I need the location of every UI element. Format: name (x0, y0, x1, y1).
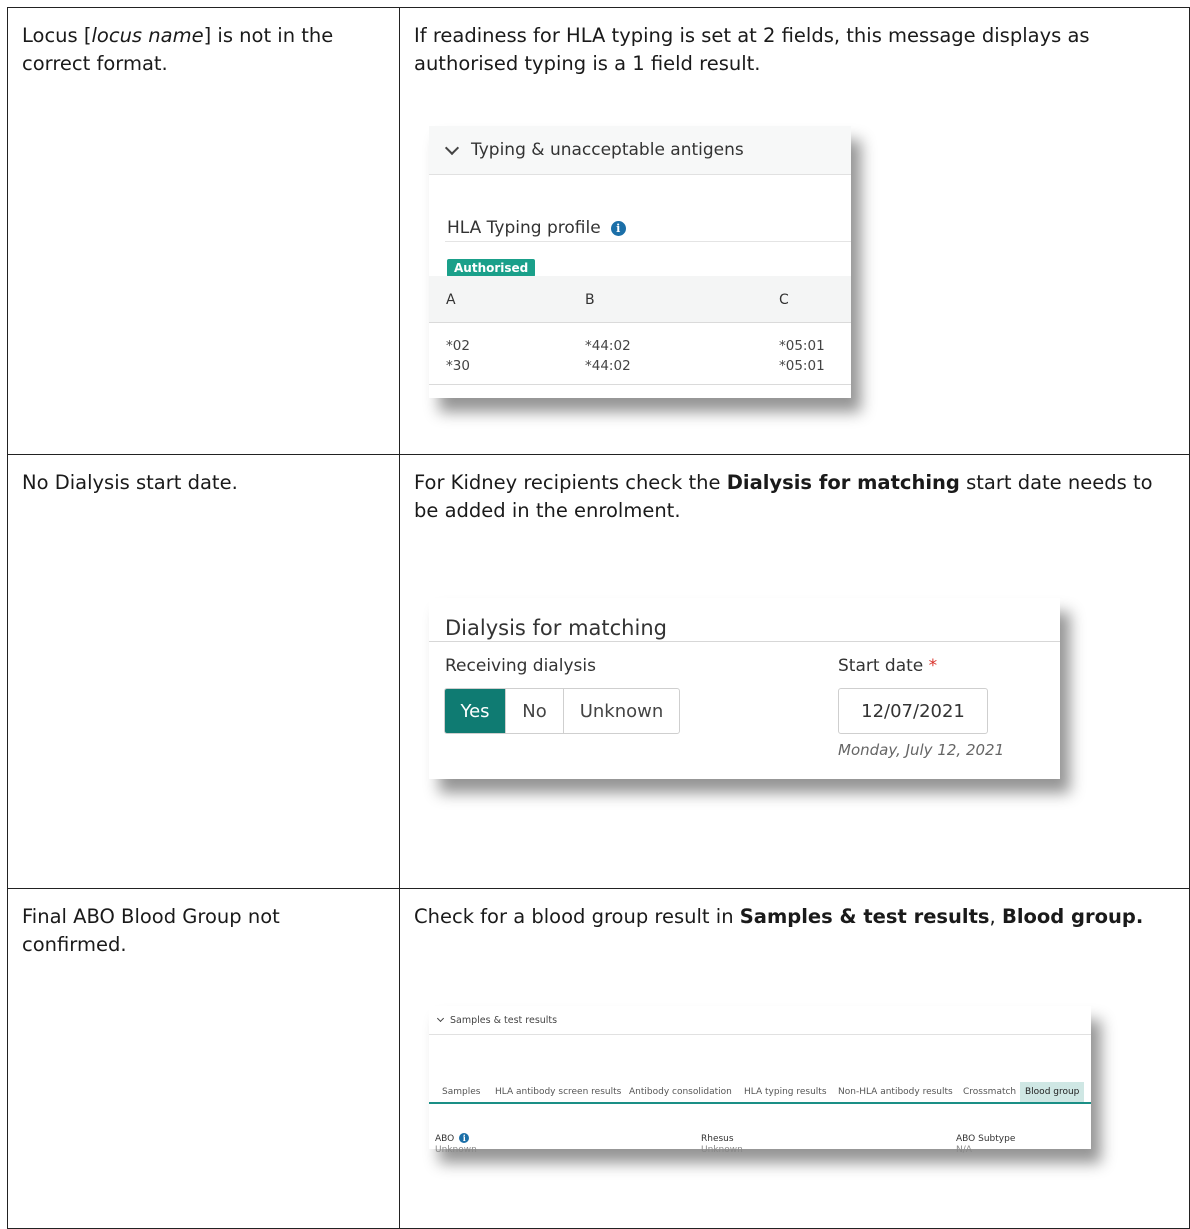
abo-subtype-value: N/A (956, 1145, 972, 1155)
hla-table-header: A B C (429, 276, 851, 323)
hla-cell: *44:02 (585, 358, 631, 374)
issue-cell: Locus [locus name] is not in the correct… (7, 7, 400, 455)
hla-typing-screenshot: Typing & unacceptable antigens HLA Typin… (429, 126, 851, 398)
option-no-button[interactable]: No (506, 689, 564, 733)
dialysis-title: Dialysis for matching (445, 616, 667, 640)
hla-profile-heading: HLA Typing profile i (447, 218, 626, 238)
dialysis-screenshot: Dialysis for matching Receiving dialysis… (429, 598, 1060, 779)
column-header-c: C (779, 292, 789, 308)
option-yes-button[interactable]: Yes (445, 689, 506, 733)
rhesus-label: Rhesus (701, 1134, 734, 1144)
tab-hla-typing-results[interactable]: HLA typing results (739, 1082, 832, 1102)
required-marker: * (928, 656, 938, 676)
start-date-hint: Monday, July 12, 2021 (838, 741, 1005, 759)
abo-subtype-label: ABO Subtype (956, 1134, 1016, 1144)
resolution-text: For Kidney recipients check the Dialysis… (414, 471, 1153, 522)
issue-cell: Final ABO Blood Group not confirmed. (7, 888, 400, 1229)
tab-samples[interactable]: Samples (437, 1082, 485, 1102)
tab-crossmatch[interactable]: Crossmatch (958, 1082, 1021, 1102)
hla-cell: *30 (446, 358, 470, 374)
hla-cell: *02 (446, 338, 470, 354)
divider (429, 384, 851, 385)
resolution-text: Check for a blood group result in Sample… (414, 905, 1144, 928)
samples-section-title: Samples & test results (450, 1014, 558, 1026)
start-date-input[interactable]: 12/07/2021 (838, 688, 988, 734)
typing-section-header[interactable]: Typing & unacceptable antigens (429, 126, 851, 175)
samples-screenshot: Samples & test results Samples HLA antib… (429, 1006, 1091, 1155)
samples-section-header[interactable]: Samples & test results (429, 1006, 1091, 1035)
chevron-down-icon (444, 140, 460, 155)
start-date-label: Start date * (838, 656, 938, 676)
tab-antibody-consolidation[interactable]: Antibody consolidation (624, 1082, 737, 1102)
hla-cell: *44:02 (585, 338, 631, 354)
option-unknown-button[interactable]: Unknown (564, 689, 679, 733)
abo-value: Unknown (435, 1145, 477, 1155)
resolution-text: If readiness for HLA typing is set at 2 … (414, 24, 1090, 75)
column-header-b: B (585, 292, 595, 308)
info-icon[interactable]: i (610, 220, 626, 236)
rhesus-value: Unknown (701, 1145, 743, 1155)
receiving-dialysis-toggle: Yes No Unknown (444, 688, 680, 734)
hla-cell: *05:01 (779, 338, 825, 354)
divider (445, 241, 851, 242)
hla-profile-title: HLA Typing profile (447, 218, 601, 238)
hla-cell: *05:01 (779, 358, 825, 374)
issue-text: Final ABO Blood Group not confirmed. (22, 905, 280, 956)
receiving-dialysis-label: Receiving dialysis (445, 656, 596, 676)
issue-text: Locus [locus name] is not in the correct… (22, 24, 334, 75)
column-header-a: A (446, 292, 456, 308)
abo-label: ABO i (435, 1133, 470, 1144)
issue-text: No Dialysis start date. (22, 471, 238, 494)
tab-blood-group[interactable]: Blood group (1020, 1082, 1085, 1102)
divider (429, 641, 1060, 642)
status-badge: Authorised (447, 259, 536, 277)
tab-hla-antibody-screen-results[interactable]: HLA antibody screen results (490, 1082, 626, 1102)
info-icon[interactable]: i (459, 1133, 470, 1143)
typing-section-title: Typing & unacceptable antigens (471, 140, 744, 160)
tab-non-hla-antibody-results[interactable]: Non-HLA antibody results (833, 1082, 958, 1102)
samples-tabs: Samples HLA antibody screen results Anti… (429, 1082, 1091, 1104)
chevron-down-icon (436, 1014, 445, 1023)
issue-cell: No Dialysis start date. (7, 454, 400, 889)
